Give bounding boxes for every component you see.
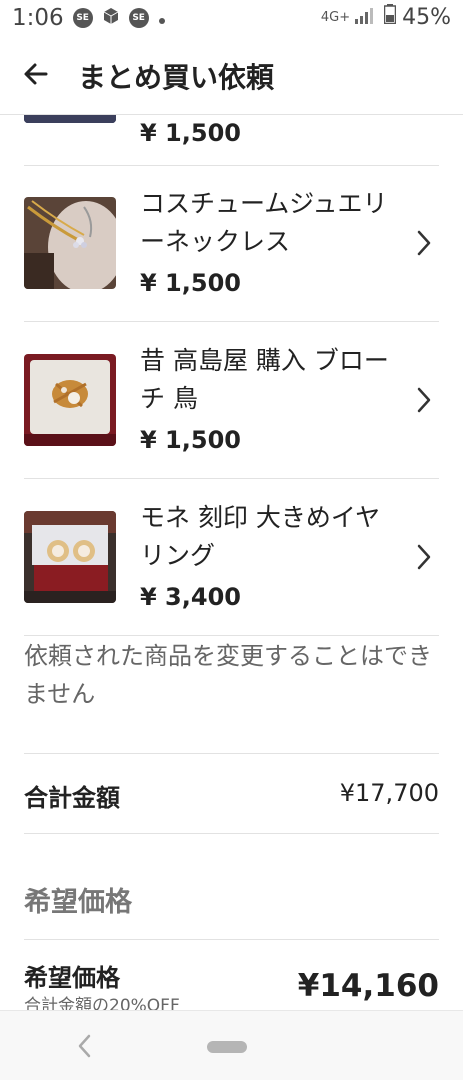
system-nav-bar xyxy=(0,1010,463,1080)
total-value: ¥17,700 xyxy=(339,779,439,807)
chevron-right-icon xyxy=(415,386,433,414)
desired-price-value: ¥14,160 xyxy=(297,968,439,1004)
chevron-right-icon xyxy=(415,543,433,571)
divider xyxy=(24,753,439,754)
nav-back-icon[interactable] xyxy=(76,1033,92,1059)
desired-price-subtext: 合計金額の20%OFF xyxy=(24,996,180,1010)
desired-price-section-title: 希望価格 xyxy=(24,887,132,918)
item-name: モネ 刻印 大きめイヤリング xyxy=(140,503,381,570)
signal-icon xyxy=(354,5,376,30)
se-badge-icon: SE xyxy=(72,8,93,28)
list-item[interactable]: 昔 高島屋 購入 ブローチ 鳥 ¥ 1,500 xyxy=(24,322,439,479)
cube-icon xyxy=(102,6,120,31)
status-time: 1:06 xyxy=(12,5,64,31)
item-price: ¥ 1,500 xyxy=(140,269,241,297)
desired-price-label: 希望価格 xyxy=(24,964,120,992)
battery-icon xyxy=(383,4,397,30)
page-title: まとめ買い依頼 xyxy=(78,61,275,94)
status-bar: 1:06 SE SE 4G+ 45% xyxy=(0,0,463,36)
item-price: ¥ 1,500 xyxy=(140,426,241,454)
item-name: コスチュームジュエリーネックレス xyxy=(140,189,388,256)
screen: 1:06 SE SE 4G+ 45% まとめ買い依頼 ¥ 1,500 コスチュー… xyxy=(0,0,463,1080)
change-notice: 依頼された商品を変更することはできません xyxy=(24,642,432,708)
request-content: ¥ 1,500 コスチュームジュエリーネックレス ¥ 1,500 昔 高島屋 購… xyxy=(0,115,463,1010)
network-label: 4G+ xyxy=(320,9,351,25)
dot-icon xyxy=(158,6,166,31)
app-bar: まとめ買い依頼 xyxy=(0,36,463,115)
item-thumbnail xyxy=(24,354,116,446)
item-thumbnail xyxy=(24,511,116,603)
item-thumbnail xyxy=(24,115,116,123)
divider xyxy=(24,833,439,834)
list-item[interactable]: モネ 刻印 大きめイヤリング ¥ 3,400 xyxy=(24,479,439,636)
divider xyxy=(24,939,439,940)
item-name: 昔 高島屋 購入 ブローチ 鳥 xyxy=(140,346,389,413)
list-item[interactable]: ¥ 1,500 xyxy=(24,115,439,166)
item-price: ¥ 3,400 xyxy=(140,583,241,611)
item-price: ¥ 1,500 xyxy=(140,119,241,147)
chevron-right-icon xyxy=(415,229,433,257)
arrow-left-icon[interactable] xyxy=(20,58,52,90)
item-thumbnail xyxy=(24,197,116,289)
se-badge-icon: SE xyxy=(128,8,149,28)
total-label: 合計金額 xyxy=(24,784,120,812)
list-item[interactable]: コスチュームジュエリーネックレス ¥ 1,500 xyxy=(24,165,439,322)
nav-home-pill[interactable] xyxy=(207,1041,247,1053)
battery-percent: 45% xyxy=(402,4,451,30)
